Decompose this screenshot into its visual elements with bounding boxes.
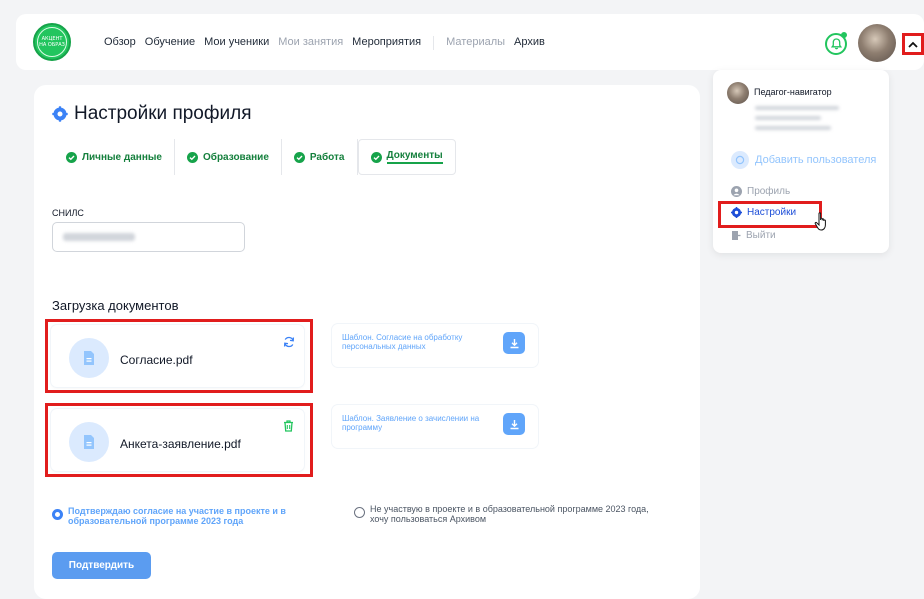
template-text: Шаблон. Заявление о зачислении на програ… xyxy=(342,414,480,432)
highlight-frame xyxy=(45,319,313,393)
template-application: Шаблон. Заявление о зачислении на програ… xyxy=(332,405,538,448)
snils-input[interactable] xyxy=(52,222,245,252)
add-user-button[interactable]: Добавить пользователя xyxy=(731,151,876,169)
nav-item-events[interactable]: Мероприятия xyxy=(352,36,421,50)
hand-cursor-icon xyxy=(814,212,830,237)
avatar[interactable] xyxy=(858,24,896,62)
user-icon xyxy=(731,186,742,197)
highlight-frame xyxy=(45,403,313,477)
user-role: Педагог-навигатор xyxy=(754,87,832,97)
check-circle-icon xyxy=(186,151,198,163)
menu-item-logout[interactable]: Выйти xyxy=(731,230,776,241)
redacted-value xyxy=(63,233,135,241)
plus-circle-icon xyxy=(731,151,749,169)
template-text: Шаблон. Согласие на обработку персональн… xyxy=(342,333,463,351)
page-title: Настройки профиля xyxy=(52,103,252,125)
snils-label: СНИЛС xyxy=(52,208,84,218)
upload-section-title: Загрузка документов xyxy=(52,298,179,313)
logout-icon xyxy=(732,231,741,240)
radio-participate[interactable]: Подтверждаю согласие на участие в проект… xyxy=(52,506,314,526)
nav-item-materials[interactable]: Материалы xyxy=(446,36,505,50)
main-nav: Обзор Обучение Мои ученики Мои занятия М… xyxy=(104,36,554,50)
download-icon[interactable] xyxy=(503,413,525,435)
menu-item-profile[interactable]: Профиль xyxy=(731,186,790,197)
check-circle-icon xyxy=(370,151,382,163)
profile-tabs: Личные данные Образование Работа Докумен… xyxy=(52,139,456,175)
highlight-frame xyxy=(718,201,822,228)
gear-icon xyxy=(52,106,68,122)
tab-personal-data[interactable]: Личные данные xyxy=(52,139,175,175)
radio-circle-checked xyxy=(52,509,63,520)
radio-circle xyxy=(354,507,365,518)
profile-settings-card: Настройки профиля Личные данные Образова… xyxy=(34,85,700,599)
nav-divider xyxy=(433,36,435,50)
nav-item-my-students[interactable]: Мои ученики xyxy=(204,36,269,50)
chevron-up-icon[interactable] xyxy=(902,33,924,55)
check-circle-icon xyxy=(293,151,305,163)
notification-dot xyxy=(841,32,847,38)
confirm-button[interactable]: Подтвердить xyxy=(52,552,151,579)
template-consent: Шаблон. Согласие на обработку персональн… xyxy=(332,324,538,367)
tab-documents[interactable]: Документы xyxy=(357,139,456,175)
tab-education[interactable]: Образование xyxy=(175,139,282,175)
page-title-text: Настройки профиля xyxy=(74,103,252,124)
nav-item-my-lessons[interactable]: Мои занятия xyxy=(278,36,343,50)
dropdown-user-info: Педагог-навигатор xyxy=(721,76,883,140)
redacted-text xyxy=(755,126,831,130)
radio-not-participate[interactable]: Не участвую в проекте и в образовательно… xyxy=(354,504,664,524)
logo-text: АКЦЕНТ НА ОБРАЗ xyxy=(37,27,67,57)
nav-item-overview[interactable]: Обзор xyxy=(104,36,136,50)
download-icon[interactable] xyxy=(503,332,525,354)
nav-item-archive[interactable]: Архив xyxy=(514,36,545,50)
tab-work[interactable]: Работа xyxy=(282,139,358,175)
nav-item-learning[interactable]: Обучение xyxy=(145,36,195,50)
logo[interactable]: АКЦЕНТ НА ОБРАЗ xyxy=(33,23,71,61)
top-bar: АКЦЕНТ НА ОБРАЗ Обзор Обучение Мои учени… xyxy=(16,14,924,70)
redacted-text xyxy=(755,116,821,120)
redacted-text xyxy=(755,106,839,110)
check-circle-icon xyxy=(66,151,77,163)
avatar xyxy=(727,82,749,104)
